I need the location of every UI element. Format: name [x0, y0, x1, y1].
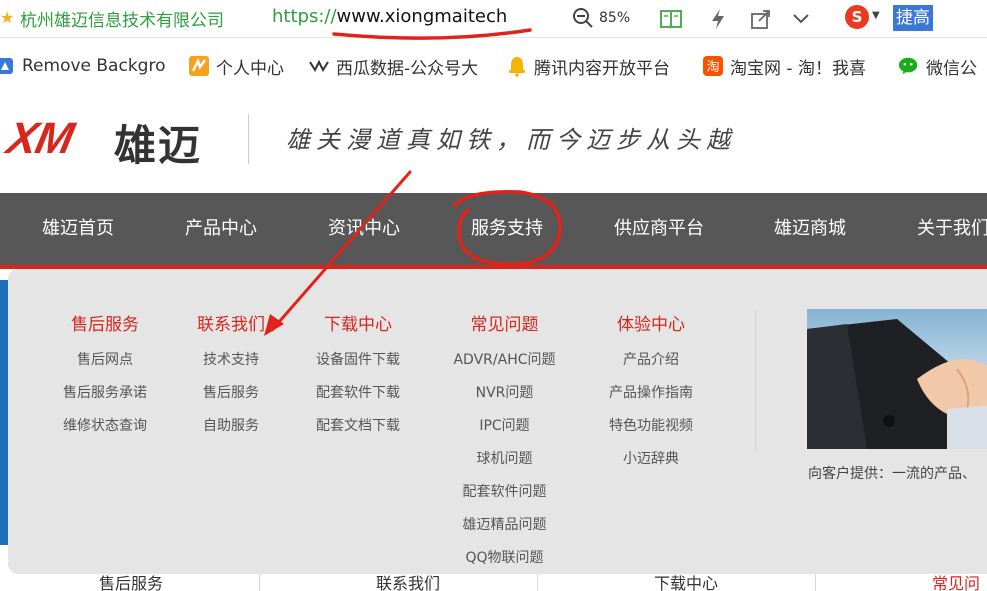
- nav-item-support[interactable]: 服务支持: [471, 193, 543, 265]
- xigua-icon: [308, 55, 330, 77]
- bookmark-item[interactable]: 腾讯内容开放平台: [506, 54, 686, 78]
- dropdown-column-downloads: 下载中心 设备固件下载 配套软件下载 配套文档下载: [298, 312, 418, 443]
- bookmarks-bar: Remove Backgro 个人中心 西瓜数据-公众号大 腾讯内容开放平台 淘…: [0, 46, 987, 86]
- url-field[interactable]: https://www.xiongmaitech: [272, 6, 507, 27]
- bookmark-item[interactable]: 微信公: [898, 54, 987, 78]
- menu-link[interactable]: IPC问题: [438, 410, 571, 443]
- lightning-icon[interactable]: [706, 7, 730, 31]
- page-background: [0, 280, 8, 545]
- main-nav: 雄迈首页 产品中心 资讯中心 服务支持 供应商平台 雄迈商城 关于我们: [0, 193, 987, 265]
- menu-link[interactable]: 售后服务承诺: [40, 377, 170, 410]
- nav-item-products[interactable]: 产品中心: [185, 193, 257, 265]
- tab-after-sales[interactable]: 售后服务: [99, 574, 163, 591]
- menu-link[interactable]: 售后网点: [40, 344, 170, 377]
- taobao-icon: 淘: [702, 55, 724, 77]
- share-icon[interactable]: [749, 7, 773, 31]
- site-header: XM 雄迈 雄关漫道真如铁，而今迈步从头越: [0, 96, 987, 193]
- dropdown-column-contact: 联系我们 技术支持 售后服务 自助服务: [176, 312, 286, 443]
- nav-item-news[interactable]: 资讯中心: [328, 193, 400, 265]
- dropdown-column-after-sales: 售后服务 售后网点 售后服务承诺 维修状态查询: [40, 312, 170, 443]
- menu-link[interactable]: 设备固件下载: [298, 344, 418, 377]
- bookmark-item[interactable]: 淘 淘宝网 - 淘！我喜: [702, 54, 880, 78]
- column-title[interactable]: 售后服务: [40, 312, 170, 338]
- menu-link[interactable]: 自助服务: [176, 410, 286, 443]
- nav-item-mall[interactable]: 雄迈商城: [774, 193, 846, 265]
- column-title[interactable]: 下载中心: [298, 312, 418, 338]
- menu-link[interactable]: ADVR/AHC问题: [438, 344, 571, 377]
- svg-text:淘: 淘: [706, 60, 719, 75]
- menu-link[interactable]: QQ物联问题: [438, 542, 571, 575]
- bookmark-item[interactable]: 西瓜数据-公众号大: [308, 54, 488, 78]
- star-icon[interactable]: ★: [0, 8, 14, 27]
- dropdown-column-experience: 体验中心 产品介绍 产品操作指南 特色功能视频 小迈辞典: [591, 312, 711, 476]
- logo-text[interactable]: 雄迈: [114, 112, 202, 173]
- menu-link[interactable]: 售后服务: [176, 377, 286, 410]
- menu-link[interactable]: 特色功能视频: [591, 410, 711, 443]
- search-input[interactable]: 捷高: [893, 5, 933, 31]
- url-host: www.xiongmaitech: [336, 6, 508, 27]
- menu-link[interactable]: 技术支持: [176, 344, 286, 377]
- search-engine-caret-icon[interactable]: ▼: [872, 10, 880, 21]
- slogan: 雄关漫道真如铁，而今迈步从头越: [286, 126, 736, 154]
- dropdown-column-faq: 常见问题 ADVR/AHC问题 NVR问题 IPC问题 球机问题 配套软件问题 …: [438, 312, 571, 575]
- menu-link[interactable]: 球机问题: [438, 443, 571, 476]
- menu-link[interactable]: 维修状态查询: [40, 410, 170, 443]
- reader-icon[interactable]: [659, 7, 683, 31]
- menu-link[interactable]: 产品操作指南: [591, 377, 711, 410]
- promo-caption: 向客户提供：一流的产品、: [808, 466, 976, 482]
- menu-link[interactable]: 产品介绍: [591, 344, 711, 377]
- zoom-icon[interactable]: [572, 7, 594, 33]
- menu-link[interactable]: 配套文档下载: [298, 410, 418, 443]
- site-identity: 杭州雄迈信息技术有限公司: [20, 11, 224, 31]
- logo-mark[interactable]: XM: [3, 114, 77, 164]
- bookmark-item[interactable]: 个人中心: [188, 54, 300, 78]
- nav-item-home[interactable]: 雄迈首页: [42, 193, 114, 265]
- logo-divider: [248, 114, 249, 164]
- chevron-down-icon[interactable]: [789, 7, 813, 31]
- menu-link[interactable]: 配套软件下载: [298, 377, 418, 410]
- nav-item-about[interactable]: 关于我们: [917, 193, 987, 265]
- wechat-icon: [898, 55, 920, 77]
- tab-divider: [815, 574, 816, 591]
- url-protocol: https://: [272, 6, 337, 27]
- sogou-icon[interactable]: S: [845, 5, 869, 29]
- column-title[interactable]: 体验中心: [591, 312, 711, 338]
- tab-downloads[interactable]: 下载中心: [654, 574, 718, 591]
- menu-link[interactable]: NVR问题: [438, 377, 571, 410]
- zhihu-orange-icon: [188, 55, 210, 77]
- tab-divider: [259, 574, 260, 591]
- tab-contact[interactable]: 联系我们: [376, 574, 440, 591]
- column-title[interactable]: 常见问题: [438, 312, 571, 338]
- column-divider: [755, 311, 756, 451]
- handshake-image: [807, 309, 987, 449]
- address-bar: ★ 杭州雄迈信息技术有限公司 https://www.xiongmaitech …: [0, 0, 987, 38]
- bookmark-item[interactable]: Remove Backgro: [0, 54, 174, 78]
- tab-divider: [537, 574, 538, 591]
- menu-link[interactable]: 配套软件问题: [438, 476, 571, 509]
- menu-link[interactable]: 小迈辞典: [591, 443, 711, 476]
- column-title[interactable]: 联系我们: [176, 312, 286, 338]
- remove-bg-icon: [0, 55, 16, 77]
- bottom-tabs: 售后服务 联系我们 下载中心 常见问: [0, 574, 987, 591]
- menu-link[interactable]: 雄迈精品问题: [438, 509, 571, 542]
- support-dropdown-menu: 售后服务 售后网点 售后服务承诺 维修状态查询 联系我们 技术支持 售后服务 自…: [8, 269, 987, 574]
- tencent-bell-icon: [506, 55, 528, 77]
- tab-faq[interactable]: 常见问: [932, 574, 980, 591]
- nav-item-suppliers[interactable]: 供应商平台: [614, 193, 704, 265]
- zoom-level[interactable]: 85%: [599, 10, 630, 26]
